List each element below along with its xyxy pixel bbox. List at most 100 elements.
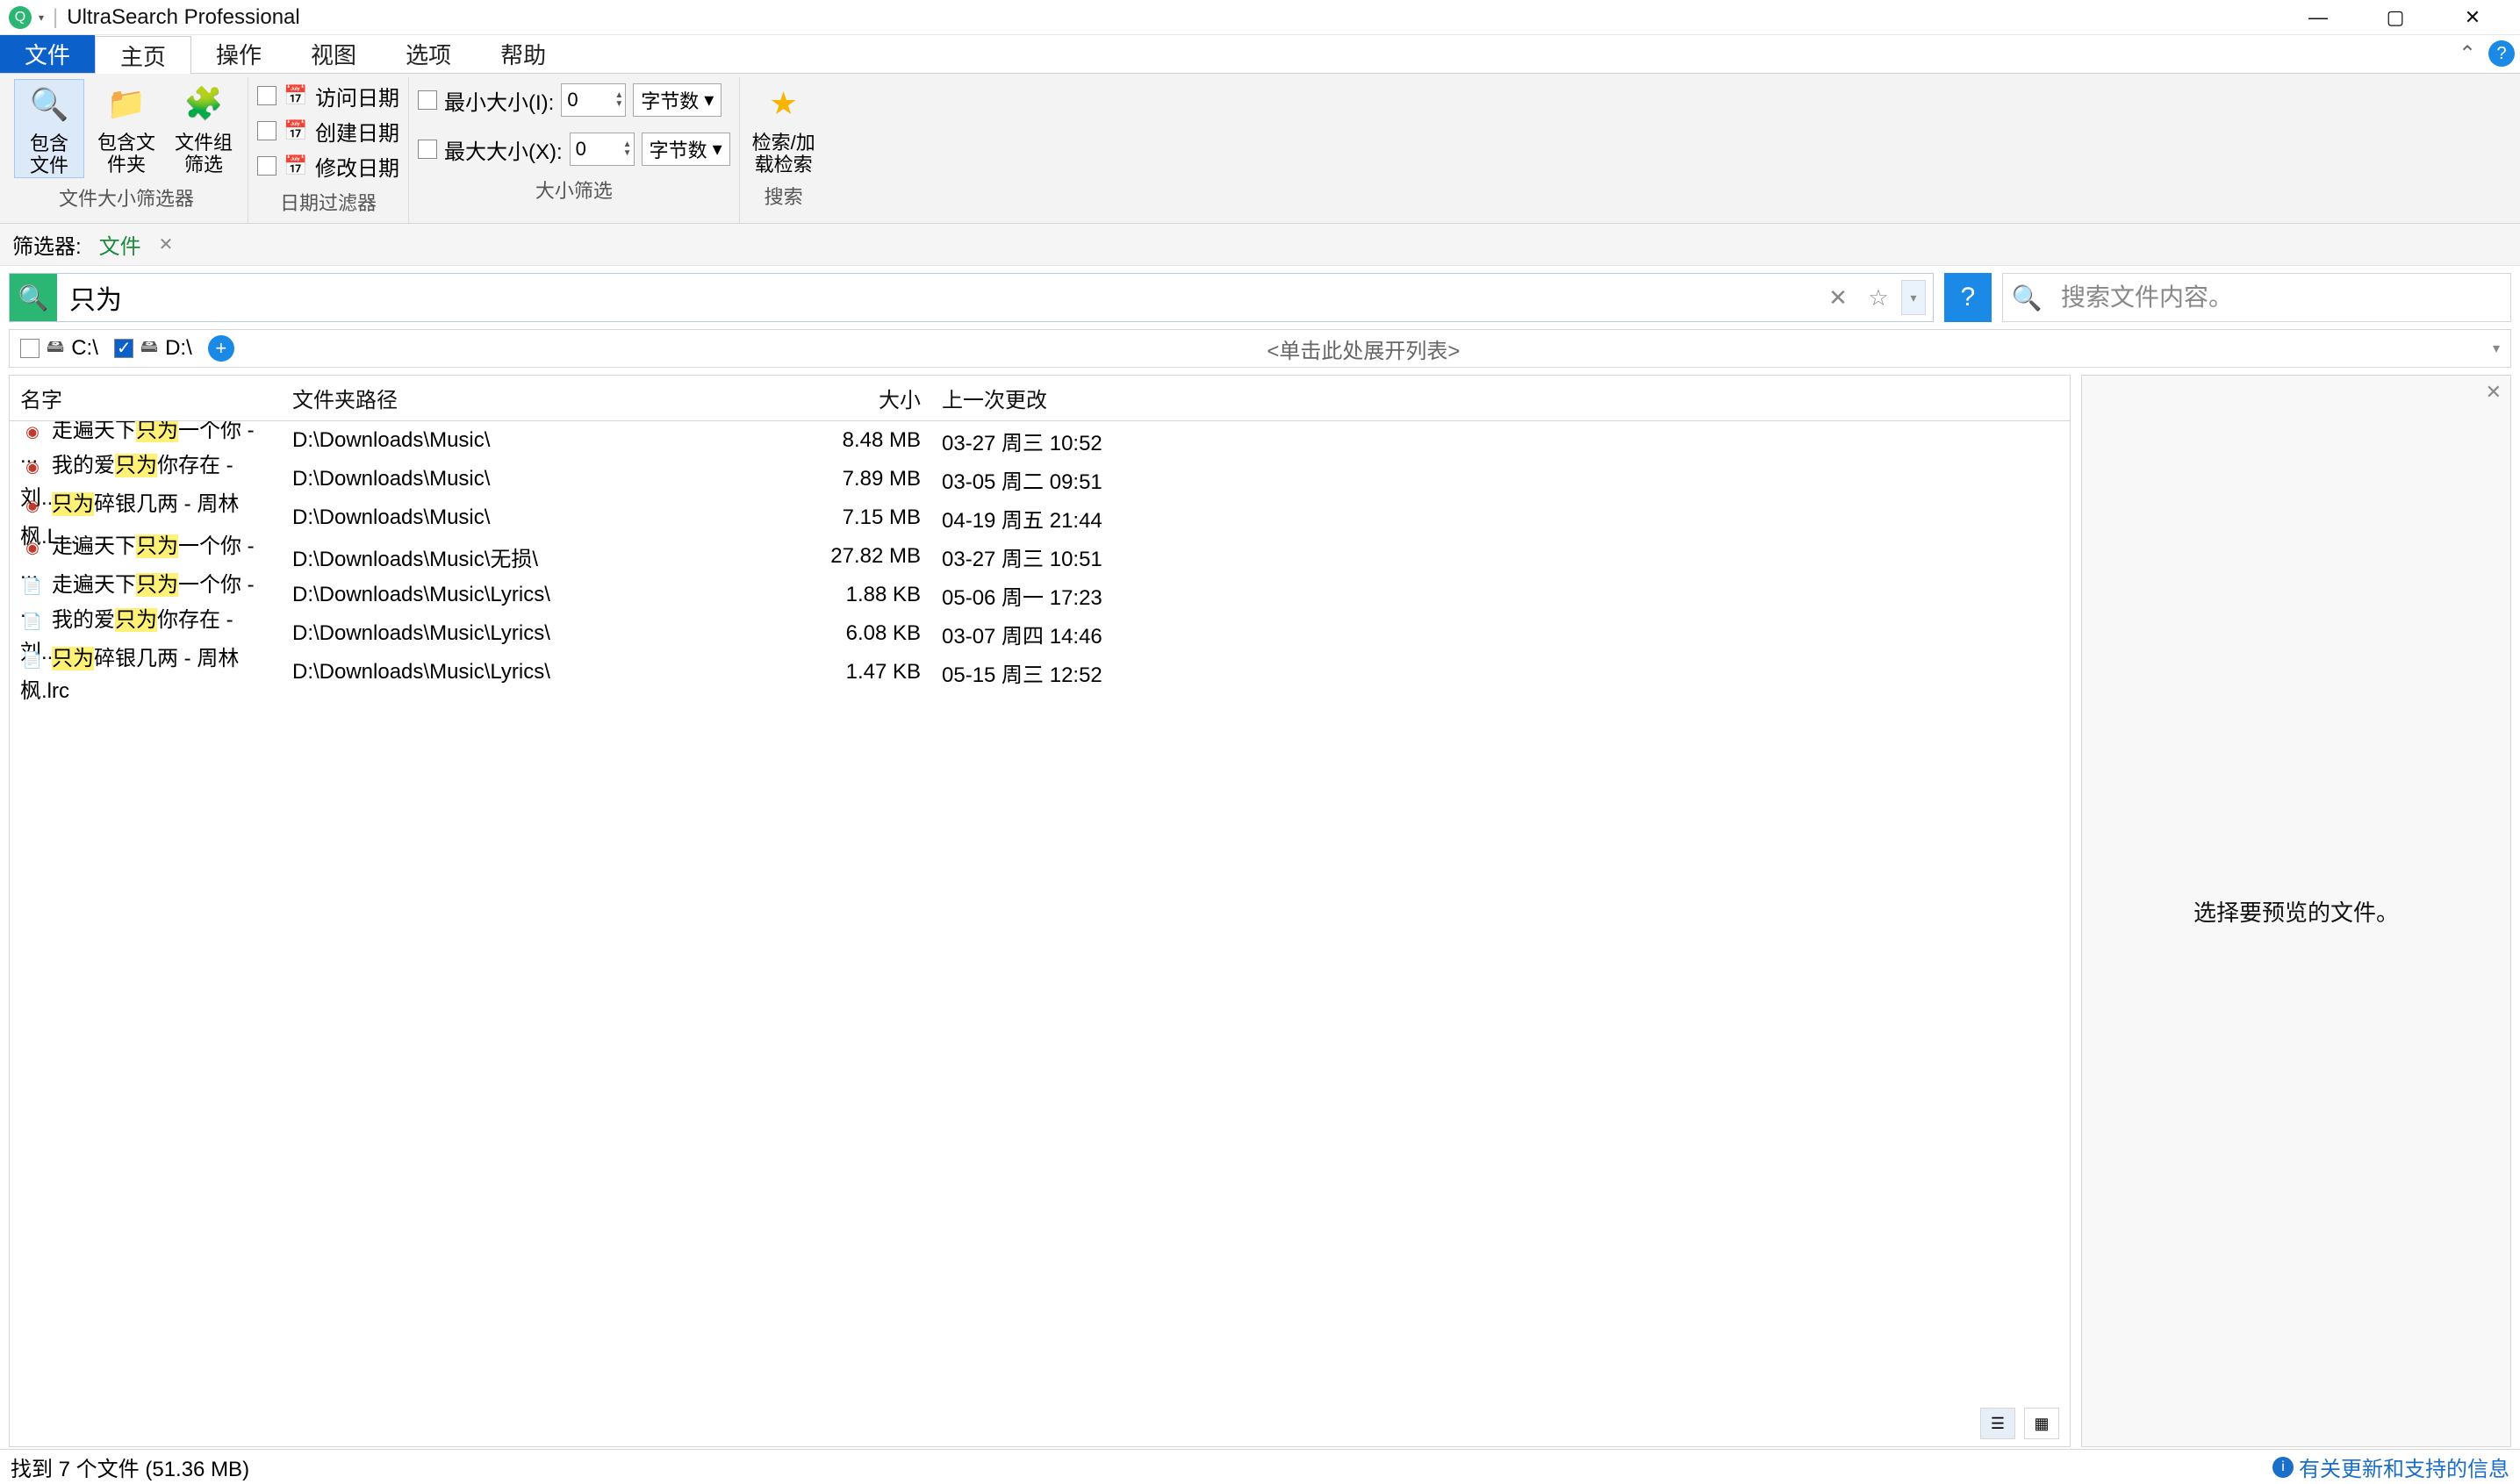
modify-date-label: 修改日期 bbox=[315, 151, 399, 182]
titlebar-divider: | bbox=[53, 5, 58, 30]
table-row[interactable]: 📄只为碎银几两 - 周林枫.lrcD:\Downloads\Music\Lyri… bbox=[10, 653, 2070, 692]
search-button[interactable]: 🔍 bbox=[10, 274, 57, 321]
table-header: 名字 文件夹路径 大小 上一次更改 bbox=[10, 376, 2070, 421]
main-area: 名字 文件夹路径 大小 上一次更改 ◉走遍天下只为一个你 - ...D:\Dow… bbox=[0, 368, 2520, 1449]
calendar-icon: 📅 bbox=[284, 83, 308, 108]
max-size-checkbox[interactable] bbox=[418, 140, 437, 159]
content-search-button[interactable]: 🔍 bbox=[2003, 274, 2050, 321]
access-date-label: 访问日期 bbox=[315, 81, 399, 111]
tab-operate[interactable]: 操作 bbox=[191, 35, 286, 73]
table-row[interactable]: 📄我的爱只为你存在 - 刘...D:\Downloads\Music\Lyric… bbox=[10, 614, 2070, 653]
tab-home[interactable]: 主页 bbox=[95, 36, 191, 74]
path-text: D:\Downloads\Music\Lyrics\ bbox=[282, 614, 773, 653]
table-row[interactable]: ◉只为碎银几两 - 周林枫.L...D:\Downloads\Music\7.1… bbox=[10, 498, 2070, 537]
tab-view[interactable]: 视图 bbox=[286, 35, 381, 73]
min-size-label: 最小大小(I): bbox=[444, 85, 554, 116]
include-files-button[interactable]: 🔍 包含 文件 bbox=[14, 79, 84, 178]
group-label-size-range: 大小筛选 bbox=[418, 170, 730, 209]
include-folders-button[interactable]: 📁 包含文 件夹 bbox=[91, 79, 162, 176]
view-list-button[interactable]: ☰ bbox=[1980, 1408, 2015, 1439]
min-size-unit-select[interactable]: 字节数▾ bbox=[633, 83, 722, 117]
maximize-button[interactable]: ▢ bbox=[2357, 0, 2434, 35]
collapse-ribbon-icon[interactable]: ⌃ bbox=[2450, 35, 2485, 73]
size-text: 27.82 MB bbox=[773, 537, 931, 576]
qat-dropdown-icon[interactable]: ▾ bbox=[39, 11, 44, 24]
search-row: 🔍 ✕ ☆ ▾ ? 🔍 bbox=[0, 266, 2520, 329]
content-search-box: 🔍 bbox=[2002, 273, 2511, 322]
drive-row-dropdown-icon[interactable]: ▾ bbox=[2493, 340, 2500, 357]
min-size-checkbox[interactable] bbox=[418, 90, 437, 110]
max-size-unit-select[interactable]: 字节数▾ bbox=[642, 133, 730, 166]
filegroup-icon: 🧩 bbox=[179, 79, 228, 128]
group-label-size-filter: 文件大小筛选器 bbox=[14, 178, 239, 217]
path-text: D:\Downloads\Music\ bbox=[282, 498, 773, 537]
app-icon: Q bbox=[9, 6, 32, 29]
table-row[interactable]: 📄走遍天下只为一个你 - ...D:\Downloads\Music\Lyric… bbox=[10, 576, 2070, 614]
view-grid-button[interactable]: ▦ bbox=[2024, 1408, 2059, 1439]
status-bar: 找到 7 个文件 (51.36 MB) i 有关更新和支持的信息 bbox=[0, 1449, 2520, 1484]
ribbon-group-size-filter: 🔍 包含 文件 📁 包含文 件夹 🧩 文件组 筛选 文件大小筛选器 bbox=[5, 77, 248, 223]
drive-row: 🖴 C:\ 🖴 D:\ + <单击此处展开列表> ▾ bbox=[9, 329, 2511, 368]
min-size-input[interactable] bbox=[562, 89, 613, 111]
drive-d-checkbox[interactable] bbox=[114, 339, 133, 358]
modify-date-checkbox[interactable] bbox=[257, 156, 276, 176]
update-info-link[interactable]: i 有关更新和支持的信息 bbox=[2272, 1452, 2509, 1482]
max-size-label: 最大大小(X): bbox=[444, 134, 563, 165]
spinner-arrows-icon[interactable]: ▲▼ bbox=[613, 90, 625, 111]
column-header-path[interactable]: 文件夹路径 bbox=[282, 376, 773, 420]
tab-file[interactable]: 文件 bbox=[0, 35, 95, 73]
query-help-button[interactable]: ? bbox=[1944, 273, 1992, 322]
favorite-search-icon[interactable]: ☆ bbox=[1861, 280, 1896, 315]
column-header-date[interactable]: 上一次更改 bbox=[931, 376, 1142, 420]
tab-options[interactable]: 选项 bbox=[381, 35, 476, 73]
preview-close-icon[interactable]: ✕ bbox=[2486, 381, 2502, 404]
audio-file-icon: ◉ bbox=[20, 455, 45, 480]
filter-label: 筛选器: bbox=[12, 229, 82, 260]
calendar-icon: 📅 bbox=[284, 154, 308, 178]
max-size-input[interactable] bbox=[571, 138, 621, 161]
magnifier-file-icon: 🔍 bbox=[25, 80, 74, 129]
table-row[interactable]: ◉走遍天下只为一个你 - ...D:\Downloads\Music\无损\27… bbox=[10, 537, 2070, 576]
help-icon[interactable]: ? bbox=[2488, 40, 2515, 67]
results-pane: 名字 文件夹路径 大小 上一次更改 ◉走遍天下只为一个你 - ...D:\Dow… bbox=[9, 375, 2071, 1447]
spinner-arrows-icon[interactable]: ▲▼ bbox=[621, 139, 634, 160]
column-header-name[interactable]: 名字 bbox=[10, 376, 282, 420]
titlebar: Q ▾ | UltraSearch Professional — ▢ ✕ bbox=[0, 0, 2520, 35]
access-date-checkbox[interactable] bbox=[257, 86, 276, 105]
expand-list-hint[interactable]: <单击此处展开列表> bbox=[250, 333, 2477, 364]
file-file-icon: 📄 bbox=[20, 610, 45, 634]
info-icon: i bbox=[2272, 1457, 2294, 1478]
table-row[interactable]: ◉走遍天下只为一个你 - ...D:\Downloads\Music\8.48 … bbox=[10, 421, 2070, 460]
search-input[interactable] bbox=[57, 283, 1820, 312]
add-location-button[interactable]: + bbox=[208, 335, 234, 362]
table-row[interactable]: ◉我的爱只为你存在 - 刘...D:\Downloads\Music\7.89 … bbox=[10, 460, 2070, 498]
size-text: 8.48 MB bbox=[773, 421, 931, 460]
active-filter-chip[interactable]: 文件 bbox=[99, 229, 141, 260]
table-body: ◉走遍天下只为一个你 - ...D:\Downloads\Music\8.48 … bbox=[10, 421, 2070, 1446]
status-found-text: 找到 7 个文件 (51.36 MB) bbox=[11, 1452, 249, 1482]
clear-search-icon[interactable]: ✕ bbox=[1820, 280, 1856, 315]
filegroup-filter-button[interactable]: 🧩 文件组 筛选 bbox=[169, 79, 239, 176]
filter-strip: 筛选器: 文件 ✕ bbox=[0, 224, 2520, 266]
drive-d-label: D:\ bbox=[165, 336, 192, 361]
minimize-button[interactable]: — bbox=[2279, 0, 2357, 35]
create-date-label: 创建日期 bbox=[315, 116, 399, 147]
drive-icon: 🖴 bbox=[47, 333, 64, 363]
filter-chip-close-icon[interactable]: ✕ bbox=[159, 233, 174, 255]
content-search-input[interactable] bbox=[2050, 283, 2510, 312]
create-date-checkbox[interactable] bbox=[257, 121, 276, 140]
min-size-spinner[interactable]: ▲▼ bbox=[561, 83, 626, 117]
search-history-dropdown[interactable]: ▾ bbox=[1901, 280, 1926, 315]
star-icon: ★ bbox=[759, 79, 808, 128]
load-search-button[interactable]: ★ 检索/加 载检索 bbox=[749, 79, 819, 176]
max-size-spinner[interactable]: ▲▼ bbox=[570, 133, 635, 166]
calendar-icon: 📅 bbox=[284, 118, 308, 143]
search-box: 🔍 ✕ ☆ ▾ bbox=[9, 273, 1934, 322]
column-header-size[interactable]: 大小 bbox=[773, 376, 931, 420]
close-button[interactable]: ✕ bbox=[2434, 0, 2511, 35]
ribbon-group-date-filter: 📅访问日期 📅创建日期 📅修改日期 日期过滤器 bbox=[248, 77, 408, 223]
tab-help[interactable]: 帮助 bbox=[476, 35, 571, 73]
drive-c-checkbox[interactable] bbox=[20, 339, 39, 358]
path-text: D:\Downloads\Music\Lyrics\ bbox=[282, 576, 773, 614]
drive-c-label: C:\ bbox=[71, 336, 98, 361]
